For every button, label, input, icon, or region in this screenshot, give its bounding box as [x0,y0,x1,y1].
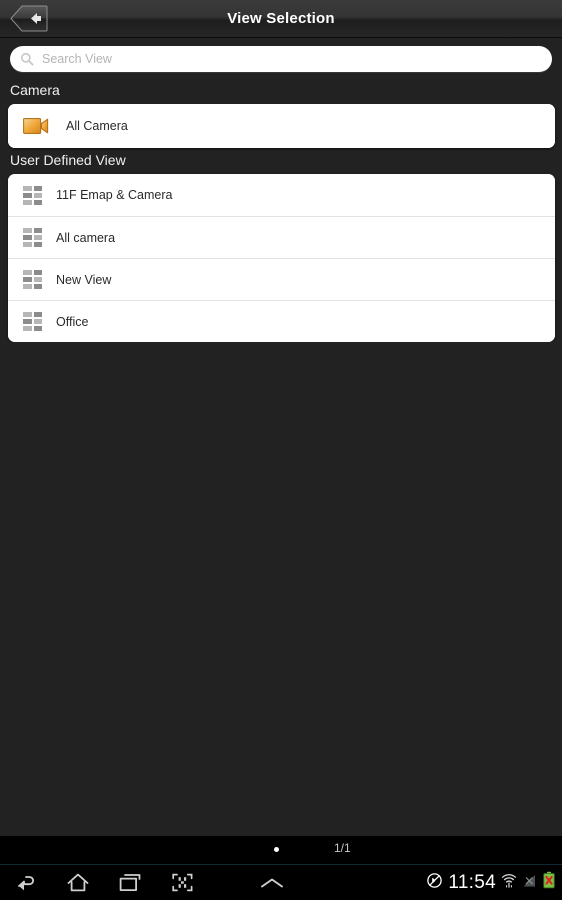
status-icons-group: 11:54 [426,865,556,900]
search-input[interactable] [42,52,542,66]
recent-apps-icon[interactable] [104,865,156,900]
list-item-office[interactable]: Office [8,300,555,342]
list-item-all-camera[interactable]: All Camera [8,104,555,148]
title-bar: View Selection [0,0,562,38]
chevron-up-icon[interactable] [246,865,298,900]
user-defined-view-card: 11F Emap & Camera All camera New View Of… [8,174,555,342]
list-item-new-view[interactable]: New View [8,258,555,300]
list-item-label: Office [56,314,89,329]
back-icon[interactable] [0,865,52,900]
page-indicator: 1/1 [334,841,351,855]
list-item-11f-emap-camera[interactable]: 11F Emap & Camera [8,174,555,216]
screenshot-icon[interactable] [156,865,208,900]
app-screen: View Selection Camera [0,0,562,900]
list-item-label: All Camera [66,119,128,133]
list-item-label: 11F Emap & Camera [56,188,173,202]
list-item-all-camera-view[interactable]: All camera [8,216,555,258]
section-header-camera: Camera [10,82,60,98]
list-item-label: New View [56,272,112,287]
search-icon [20,52,34,66]
clock: 11:54 [448,871,496,893]
home-icon[interactable] [52,865,104,900]
search-box[interactable] [10,46,552,72]
android-system-bar: 11:54 [0,865,562,900]
signal-icon [522,872,537,894]
battery-error-icon [542,871,556,894]
mute-icon [426,872,443,894]
camera-card: All Camera [8,104,555,148]
search-bar-container [0,38,562,78]
section-header-user-defined-view: User Defined View [10,152,126,168]
page-title: View Selection [227,10,335,27]
list-item-label: All camera [56,230,116,245]
wifi-icon [501,872,517,894]
empty-content-area [0,342,562,836]
grid-layout-icon [23,312,42,331]
page-dot-icon[interactable] [274,847,279,852]
back-arrow-icon[interactable] [10,5,48,32]
grid-layout-icon [23,185,42,205]
grid-layout-icon [23,270,42,289]
video-camera-icon [23,116,49,136]
pager-bar: 1/1 [0,836,562,865]
grid-layout-icon [23,228,42,247]
